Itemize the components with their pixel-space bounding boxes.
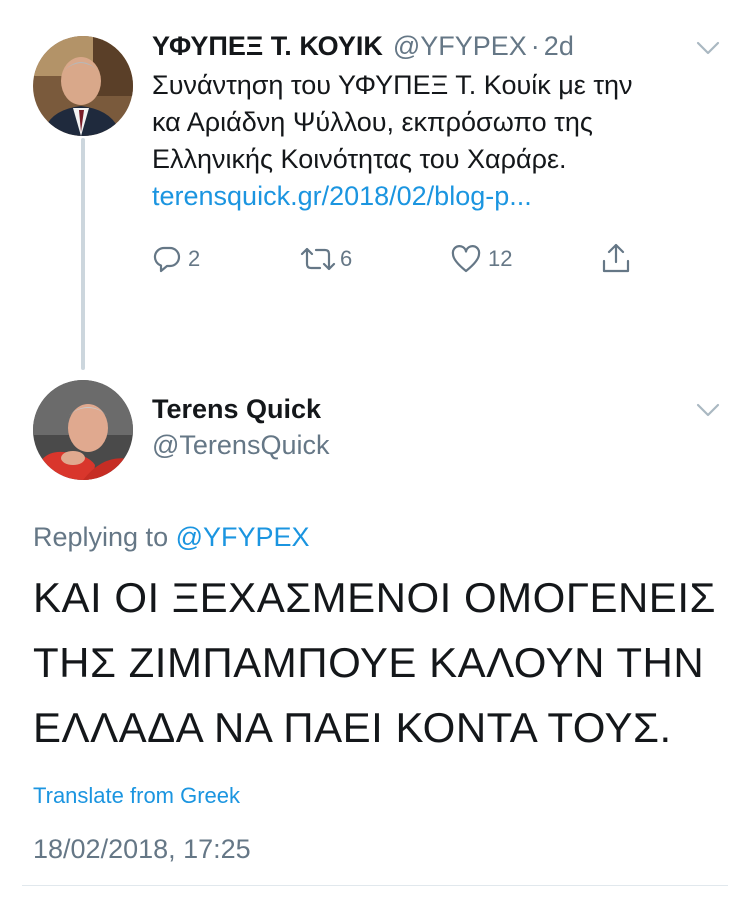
- retweet-action[interactable]: 6: [298, 244, 352, 274]
- avatar-yfypex[interactable]: [33, 36, 133, 136]
- tweet1-text-line: Ελληνικής Κοινότητας του Χαράρε.: [152, 144, 567, 174]
- tweet2-text-line: ΚΑΙ ΟΙ ΞΕΧΑΣΜΕΝΟΙ ΟΜΟΓΕΝΕΙΣ: [33, 574, 716, 621]
- tweet2-display-name[interactable]: Terens Quick: [152, 394, 321, 425]
- tweet1-separator: ·: [530, 31, 540, 61]
- reply-action[interactable]: 2: [152, 244, 200, 274]
- replying-to: Replying to @YFYPEX: [33, 522, 310, 553]
- tweet1-header: ΥΦΥΠΕΞ Τ. ΚΟΥΙΚ @YFYPEX · 2d: [152, 31, 574, 62]
- retweet-icon: [300, 247, 336, 271]
- heart-icon: [451, 245, 481, 273]
- share-action[interactable]: [600, 242, 632, 279]
- tweet1-link[interactable]: terensquick.gr/2018/02/blog-p...: [152, 178, 742, 215]
- reply-count: 2: [188, 246, 201, 271]
- tweet2-handle[interactable]: @TerensQuick: [152, 430, 329, 461]
- chevron-down-icon: [696, 41, 720, 55]
- translate-link[interactable]: Translate from Greek: [33, 783, 240, 809]
- tweet2-text-line: ΕΛΛΑΔΑ ΝΑ ΠΑΕΙ ΚΟΝΤΑ ΤΟΥΣ.: [33, 704, 672, 751]
- retweet-count: 6: [340, 246, 353, 271]
- replying-handle[interactable]: @YFYPEX: [176, 522, 310, 552]
- thread-connector-line: [81, 138, 85, 370]
- chevron-down-icon: [696, 403, 720, 417]
- share-icon: [602, 243, 630, 273]
- tweet2-text-line: ΤΗΣ ΖΙΜΠΑΜΠΟΥΕ ΚΑΛΟΥΝ ΤΗΝ: [33, 639, 705, 686]
- tweet1-text-line: κα Αριάδνη Ψύλλου, εκπρόσωπο της: [152, 107, 593, 137]
- like-action[interactable]: 12: [450, 244, 512, 274]
- tweet2-text: ΚΑΙ ΟΙ ΞΕΧΑΣΜΕΝΟΙ ΟΜΟΓΕΝΕΙΣ ΤΗΣ ΖΙΜΠΑΜΠΟ…: [33, 565, 733, 760]
- avatar-terensquick[interactable]: [33, 380, 133, 480]
- tweet1-menu-button[interactable]: [696, 41, 720, 60]
- tweet1-display-name[interactable]: ΥΦΥΠΕΞ Τ. ΚΟΥΙΚ: [152, 31, 383, 62]
- replying-prefix: Replying to: [33, 522, 169, 552]
- tweet2-timestamp[interactable]: 18/02/2018, 17:25: [33, 834, 251, 865]
- tweet1-text-line: Συνάντηση του ΥΦΥΠΕΞ Τ. Κουίκ με την: [152, 70, 633, 100]
- like-count: 12: [488, 246, 513, 271]
- reply-icon: [153, 246, 181, 273]
- divider: [22, 885, 728, 886]
- tweet1-handle[interactable]: @YFYPEX: [393, 31, 527, 62]
- tweet2-menu-button[interactable]: [696, 403, 720, 422]
- tweet1-text: Συνάντηση του ΥΦΥΠΕΞ Τ. Κουίκ με την κα …: [152, 67, 742, 215]
- tweet1-age[interactable]: 2d: [544, 31, 574, 62]
